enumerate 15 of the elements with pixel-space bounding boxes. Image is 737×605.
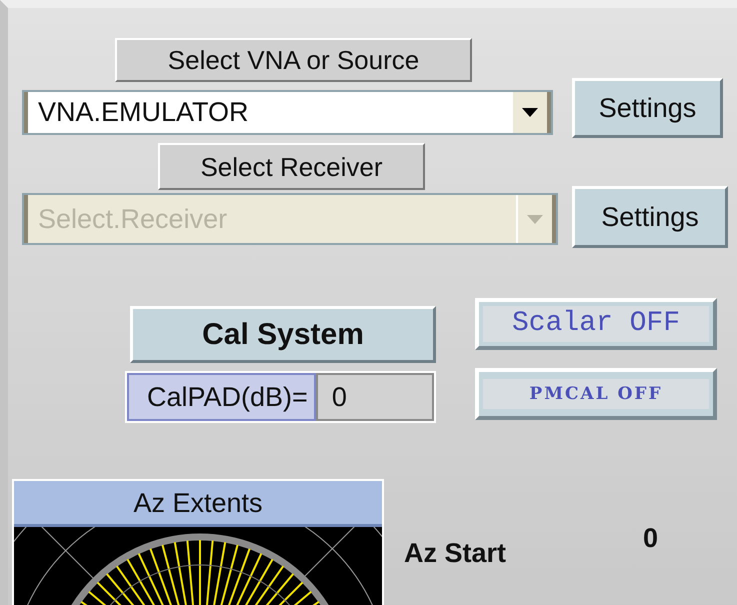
cal-system-button[interactable]: Cal System — [130, 306, 436, 363]
az-start-label: Az Start — [404, 537, 506, 570]
az-extents-title: Az Extents — [14, 481, 382, 527]
calpad-value: 0 — [316, 373, 434, 421]
pmcal-toggle-button[interactable]: PMCAL OFF — [475, 368, 717, 420]
settings-button[interactable]: Settings — [572, 186, 728, 248]
scalar-toggle-button[interactable]: Scalar OFF — [475, 298, 717, 350]
caret-icon — [522, 108, 538, 117]
calpad-label: CalPAD(dB)= — [127, 373, 316, 421]
settings-button[interactable]: Settings — [572, 78, 723, 138]
select-receiver-button[interactable]: Select Receiver — [158, 143, 425, 190]
az-start-value: 0 — [642, 522, 658, 555]
caret-icon — [527, 214, 543, 224]
select-source-button[interactable]: Select VNA or Source — [115, 38, 472, 82]
device-select[interactable]: VNA.EMULATOR — [22, 90, 553, 135]
